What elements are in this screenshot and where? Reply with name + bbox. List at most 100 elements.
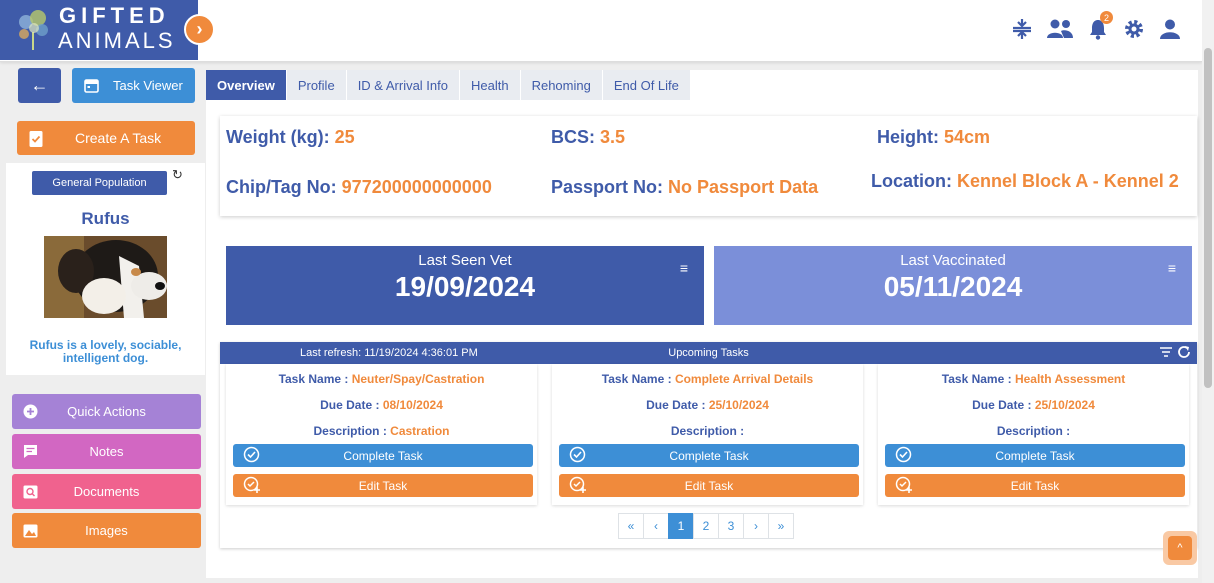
task-due-value: 08/10/2024 xyxy=(382,398,443,412)
check-circle-icon xyxy=(569,446,586,463)
chip-value: 977200000000000 xyxy=(341,177,492,197)
bcs-value: 3.5 xyxy=(600,127,626,147)
last-page-button[interactable]: » xyxy=(768,513,794,539)
menu-icon[interactable]: ≡ xyxy=(680,260,688,276)
passport-field: Passport No: No Passport Data xyxy=(551,177,818,198)
location-label: Location: xyxy=(871,171,952,191)
top-bar: GIFTED ANIMALS › 2 xyxy=(0,0,1202,62)
scrollbar-thumb[interactable] xyxy=(1204,48,1212,388)
weight-label: Weight (kg): xyxy=(226,127,330,147)
first-page-button[interactable]: « xyxy=(618,513,644,539)
edit-task-label: Edit Task xyxy=(1010,478,1060,493)
pet-name: Rufus xyxy=(81,209,130,228)
task-name-row: Task Name : Neuter/Spay/Castration xyxy=(226,372,537,386)
document-icon xyxy=(12,485,48,499)
tab-id-arrival-info[interactable]: ID & Arrival Info xyxy=(346,70,460,100)
edit-task-button[interactable]: Edit Task xyxy=(885,474,1185,497)
sidebar-toggle-button[interactable]: › xyxy=(184,14,215,45)
page-2-button[interactable]: 2 xyxy=(693,513,719,539)
task-due-row: Due Date : 08/10/2024 xyxy=(226,398,537,412)
passport-value: No Passport Data xyxy=(668,177,819,197)
task-name-label: Task Name : xyxy=(278,372,349,386)
height-label: Height: xyxy=(877,127,939,147)
page-1-button[interactable]: 1 xyxy=(668,513,694,539)
check-circle-icon xyxy=(243,446,260,463)
weight-value: 25 xyxy=(334,127,355,147)
prev-page-button[interactable]: ‹ xyxy=(643,513,669,539)
tree-logo-icon xyxy=(19,10,48,50)
chip-label: Chip/Tag No: xyxy=(226,177,337,197)
documents-label: Documents xyxy=(73,484,140,499)
task-desc-row: Description : xyxy=(552,424,863,438)
images-button[interactable]: Images xyxy=(12,513,201,548)
tab-overview[interactable]: Overview xyxy=(206,70,287,100)
task-due-value: 25/10/2024 xyxy=(1034,398,1095,412)
task-desc-row: Description : Castration xyxy=(226,424,537,438)
weight-field: Weight (kg): 25 xyxy=(226,127,355,148)
edit-task-label: Edit Task xyxy=(358,478,408,493)
task-name-label: Task Name : xyxy=(941,372,1012,386)
gear-icon[interactable] xyxy=(1122,16,1146,42)
complete-task-button[interactable]: Complete Task xyxy=(885,444,1185,467)
task-due-row: Due Date : 25/10/2024 xyxy=(878,398,1189,412)
images-label: Images xyxy=(85,523,128,538)
complete-task-button[interactable]: Complete Task xyxy=(233,444,533,467)
last-vaccinated-card: Last Vaccinated 05/11/2024 ≡ xyxy=(714,246,1192,325)
page-3-button[interactable]: 3 xyxy=(718,513,744,539)
complete-task-label: Complete Task xyxy=(669,448,749,463)
last-vaccinated-title: Last Vaccinated xyxy=(900,252,1006,269)
bell-icon[interactable]: 2 xyxy=(1086,11,1113,42)
task-desc-row: Description : xyxy=(878,424,1189,438)
menu-icon[interactable]: ≡ xyxy=(1168,260,1176,276)
upcoming-tasks-panel: Last refresh: 11/19/2024 4:36:01 PM Upco… xyxy=(220,342,1197,548)
create-task-button[interactable]: Create A Task xyxy=(17,121,195,155)
pagination: « ‹ 1 2 3 › » xyxy=(618,513,794,539)
height-value: 54cm xyxy=(944,127,991,147)
tab-end-of-life[interactable]: End Of Life xyxy=(602,70,691,100)
brand-logo[interactable]: GIFTED ANIMALS xyxy=(0,0,198,60)
edit-task-label: Edit Task xyxy=(684,478,734,493)
quick-actions-button[interactable]: Quick Actions xyxy=(12,394,201,429)
pet-description: Rufus is a lovely, sociable, intelligent… xyxy=(29,338,182,365)
population-badge[interactable]: General Population xyxy=(32,171,167,195)
location-field: Location: Kennel Block A - Kennel 2 xyxy=(871,171,1179,192)
task-due-label: Due Date : xyxy=(646,398,706,412)
page-scrollbar[interactable] xyxy=(1202,0,1214,583)
edit-task-button[interactable]: Edit Task xyxy=(233,474,533,497)
compress-icon[interactable] xyxy=(1010,16,1034,42)
complete-task-label: Complete Task xyxy=(343,448,423,463)
last-seen-vet-date: 19/09/2024 xyxy=(394,271,536,302)
passport-label: Passport No: xyxy=(551,177,664,197)
quick-actions-label: Quick Actions xyxy=(67,404,146,419)
task-due-label: Due Date : xyxy=(320,398,380,412)
complete-task-button[interactable]: Complete Task xyxy=(559,444,859,467)
bcs-field: BCS: 3.5 xyxy=(551,127,625,148)
people-icon[interactable] xyxy=(1046,16,1074,42)
refresh-icon[interactable] xyxy=(1177,345,1191,359)
task-name-row: Task Name : Complete Arrival Details xyxy=(552,372,863,386)
task-viewer-button[interactable]: Task Viewer xyxy=(72,68,195,103)
image-icon xyxy=(12,524,48,538)
notes-button[interactable]: Notes xyxy=(12,434,201,469)
task-desc-label: Description : xyxy=(313,424,387,438)
tab-rehoming[interactable]: Rehoming xyxy=(520,70,603,100)
chevron-up-icon: ^ xyxy=(1168,536,1192,560)
scroll-to-top-button[interactable]: ^ xyxy=(1163,531,1197,565)
brand-name-line1: GIFTED xyxy=(59,3,170,28)
chip-field: Chip/Tag No: 977200000000000 xyxy=(226,177,492,198)
filter-icon[interactable] xyxy=(1159,345,1173,359)
task-due-value: 25/10/2024 xyxy=(708,398,769,412)
task-name-label: Task Name : xyxy=(601,372,672,386)
clipboard-check-icon xyxy=(29,130,43,147)
height-field: Height: 54cm xyxy=(877,127,990,148)
tab-health[interactable]: Health xyxy=(460,70,521,100)
user-icon[interactable] xyxy=(1158,16,1182,42)
next-page-button[interactable]: › xyxy=(743,513,769,539)
task-desc-value: Castration xyxy=(390,424,450,438)
tab-profile[interactable]: Profile xyxy=(286,70,347,100)
refresh-icon[interactable]: ↻ xyxy=(172,167,183,183)
pet-photo xyxy=(44,236,167,318)
documents-button[interactable]: Documents xyxy=(12,474,201,509)
back-button[interactable]: ← xyxy=(18,68,61,103)
edit-task-button[interactable]: Edit Task xyxy=(559,474,859,497)
